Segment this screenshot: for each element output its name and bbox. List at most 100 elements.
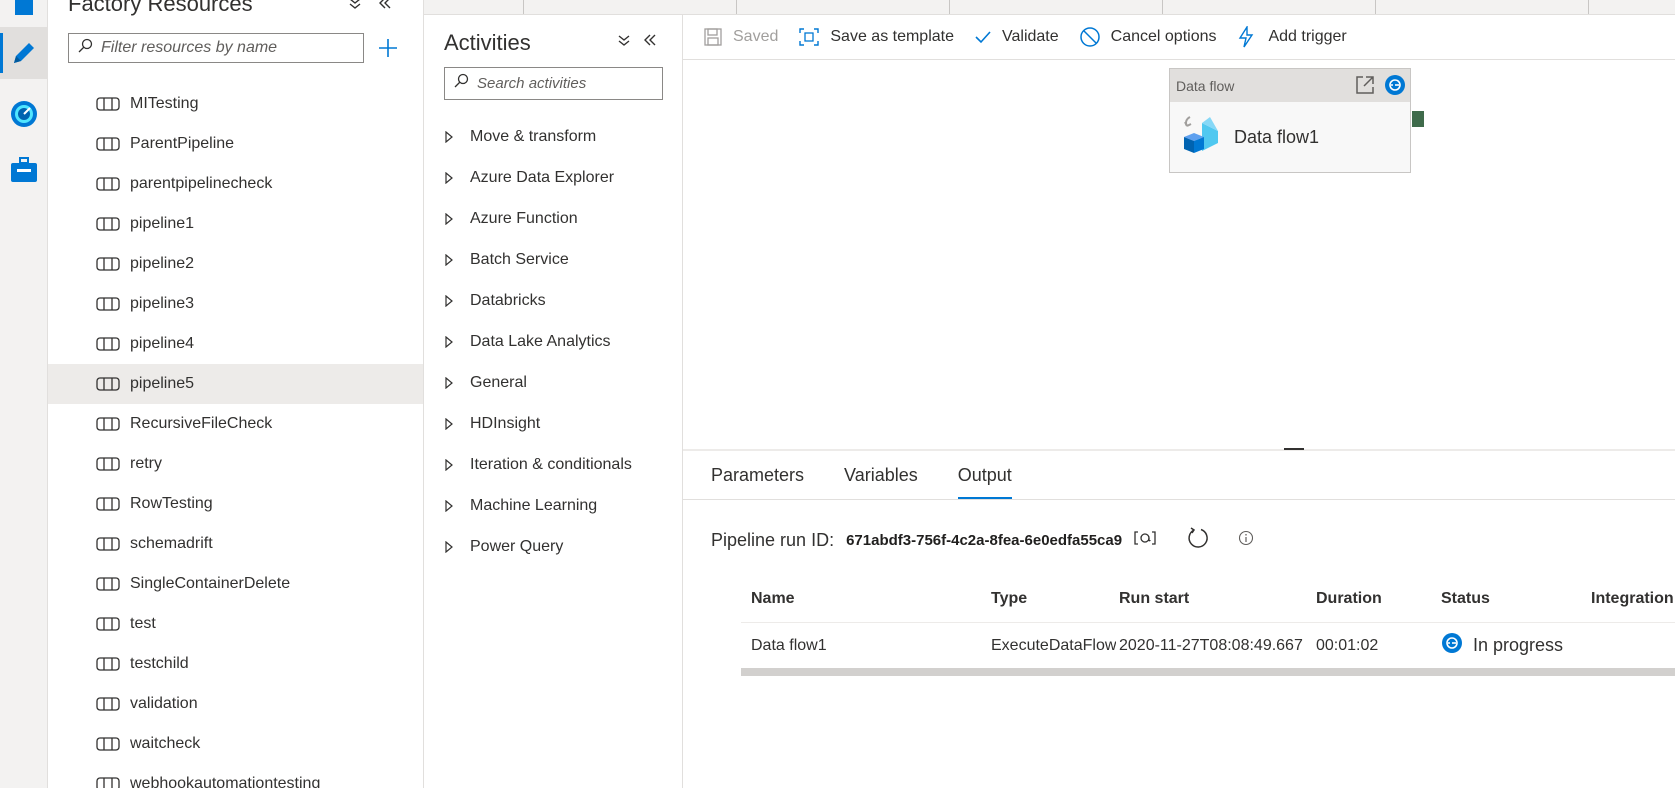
splitter-grip[interactable]: [1284, 448, 1304, 450]
pipeline-list-item[interactable]: pipeline1: [48, 204, 423, 244]
column-header-status[interactable]: Status: [1441, 590, 1591, 608]
search-activities-box: [444, 67, 663, 100]
tab-parameters[interactable]: Parameters: [711, 451, 804, 499]
activity-category-label: HDInsight: [470, 414, 541, 432]
refresh-icon[interactable]: [1186, 526, 1210, 555]
collapse-all-icon[interactable]: [617, 33, 631, 52]
pipeline-icon: [96, 537, 120, 551]
cancel-circle-icon: [1079, 27, 1100, 47]
nav-monitor-gauge-icon[interactable]: [0, 88, 48, 140]
column-header-name[interactable]: Name: [741, 590, 991, 608]
data-flow-activity-node[interactable]: Data flow Data flow1: [1169, 68, 1411, 173]
pipeline-list-item[interactable]: testchild: [48, 644, 423, 684]
pipeline-list-item[interactable]: pipeline5: [48, 364, 423, 404]
pipeline-icon: [96, 217, 120, 231]
bottom-tabs: Parameters Variables Output: [711, 451, 1052, 499]
collapse-panel-icon[interactable]: [378, 0, 392, 15]
pipeline-list-item[interactable]: schemadrift: [48, 524, 423, 564]
pipeline-list-item[interactable]: pipeline2: [48, 244, 423, 284]
cancel-options-button[interactable]: Cancel options: [1079, 26, 1217, 48]
save-as-template-label: Save as template: [830, 28, 954, 45]
copy-icon[interactable]: [1134, 530, 1156, 551]
activity-category[interactable]: General: [444, 362, 632, 403]
nav-rail: [0, 0, 48, 788]
pipeline-list-item[interactable]: RowTesting: [48, 484, 423, 524]
in-progress-status-icon: [1384, 74, 1406, 99]
pipeline-list-item[interactable]: parentpipelinecheck: [48, 164, 423, 204]
document-tab[interactable]: [737, 0, 950, 14]
add-trigger-button[interactable]: Add trigger: [1236, 26, 1347, 48]
activity-category[interactable]: HDInsight: [444, 403, 632, 444]
pipeline-name: schemadrift: [130, 535, 213, 552]
column-header-run-start[interactable]: Run start: [1116, 590, 1316, 608]
activity-category[interactable]: Azure Function: [444, 198, 632, 239]
collapse-panel-icon[interactable]: [643, 33, 657, 52]
checkmark-icon: [975, 31, 991, 44]
activity-category[interactable]: Databricks: [444, 280, 632, 321]
status-text: In progress: [1473, 635, 1564, 655]
document-tab[interactable]: [1376, 0, 1589, 14]
pipeline-name: retry: [130, 455, 162, 472]
pipeline-icon: [96, 97, 120, 111]
lightning-bolt-icon: [1239, 26, 1254, 48]
activity-category[interactable]: Data Lake Analytics: [444, 321, 632, 362]
activity-category[interactable]: Batch Service: [444, 239, 632, 280]
saved-button[interactable]: Saved: [703, 27, 778, 47]
activities-title: Activities: [444, 30, 531, 55]
pipeline-list-item[interactable]: MITesting: [48, 84, 423, 124]
validate-button[interactable]: Validate: [974, 28, 1059, 46]
info-icon[interactable]: [1238, 530, 1254, 551]
pipeline-name: RecursiveFileCheck: [130, 415, 273, 432]
pipeline-list-item[interactable]: retry: [48, 444, 423, 484]
pipeline-toolbar: Saved Save as template Validate Cancel o…: [683, 15, 1675, 60]
tab-output[interactable]: Output: [957, 451, 1012, 499]
document-tab[interactable]: [524, 0, 737, 14]
pipeline-list-item[interactable]: test: [48, 604, 423, 644]
activity-category[interactable]: Power Query: [444, 526, 632, 567]
search-activities-input[interactable]: [477, 75, 657, 92]
pipeline-list-item[interactable]: pipeline4: [48, 324, 423, 364]
document-tab[interactable]: [424, 0, 524, 14]
nav-manage-toolbox-icon[interactable]: [0, 144, 48, 196]
activity-category[interactable]: Machine Learning: [444, 485, 632, 526]
document-tab[interactable]: [1163, 0, 1376, 14]
column-header-duration[interactable]: Duration: [1316, 590, 1441, 608]
pipeline-name: validation: [130, 695, 198, 712]
saved-label: Saved: [733, 28, 779, 45]
activity-category[interactable]: Azure Data Explorer: [444, 157, 632, 198]
node-output-port[interactable]: [1412, 111, 1424, 127]
pipeline-list-item[interactable]: webhookautomationtesting: [48, 764, 423, 788]
cancel-options-label: Cancel options: [1110, 28, 1217, 45]
pipeline-list-item[interactable]: validation: [48, 684, 423, 724]
horizontal-scrollbar[interactable]: [741, 668, 1675, 676]
table-row[interactable]: Data flow1 ExecuteDataFlow 2020-11-27T08…: [741, 623, 1675, 668]
tab-variables[interactable]: Variables: [844, 451, 918, 499]
open-external-icon[interactable]: [1354, 74, 1376, 99]
document-tab[interactable]: [950, 0, 1163, 14]
add-resource-button[interactable]: [374, 34, 402, 62]
activity-category-list: Move & transform Azure Data Explorer Azure…: [444, 116, 632, 567]
search-icon: [453, 73, 469, 94]
pipeline-list-item[interactable]: ParentPipeline: [48, 124, 423, 164]
pipeline-icon: [96, 777, 120, 788]
activity-category[interactable]: Move & transform: [444, 116, 632, 157]
column-header-integration[interactable]: Integration: [1591, 590, 1675, 608]
save-as-template-button[interactable]: Save as template: [798, 27, 954, 47]
filter-resources-input[interactable]: [101, 39, 351, 57]
pipeline-list-item[interactable]: pipeline3: [48, 284, 423, 324]
pipeline-icon: [96, 177, 120, 191]
pipeline-list-item[interactable]: RecursiveFileCheck: [48, 404, 423, 444]
pipeline-canvas[interactable]: Data flow Data flow1: [683, 60, 1675, 449]
nav-author-pencil-icon[interactable]: [0, 27, 48, 79]
expand-triangle-icon: [444, 171, 458, 184]
factory-resources-title: Factory Resources: [68, 0, 253, 16]
template-icon: [799, 28, 820, 46]
activity-category[interactable]: Iteration & conditionals: [444, 444, 632, 485]
pipeline-list-item[interactable]: SingleContainerDelete: [48, 564, 423, 604]
column-header-type[interactable]: Type: [991, 590, 1116, 608]
collapse-all-icon[interactable]: [348, 0, 362, 15]
pipeline-name: pipeline1: [130, 215, 195, 232]
node-type-label: Data flow: [1176, 77, 1235, 94]
cell-duration: 00:01:02: [1316, 636, 1379, 654]
pipeline-list-item[interactable]: waitcheck: [48, 724, 423, 764]
